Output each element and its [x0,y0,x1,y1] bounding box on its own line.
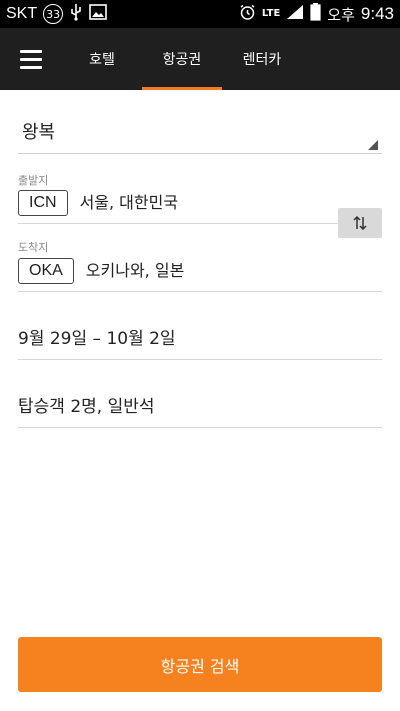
tab-bar: 호텔 항공권 렌터카 [62,28,302,90]
destination-label: 도착지 [18,241,49,254]
search-flights-button[interactable]: 항공권 검색 [18,637,382,692]
travel-dates-field[interactable]: 9월 29일 – 10월 2일 [18,324,382,360]
passengers-field[interactable]: 탑승객 2명, 일반석 [18,392,382,428]
trip-type-value: 왕복 [22,122,56,143]
destination-city: 오키나와, 일본 [85,261,185,280]
signal-icon [286,4,304,24]
carrier-name: SKT [6,5,38,22]
battery-icon [310,3,321,25]
passengers-value: 탑승객 2명, 일반석 [18,397,155,417]
dropdown-arrow-icon [368,140,378,150]
tab-flights[interactable]: 항공권 [142,28,222,90]
time-period: 오후 [327,5,355,24]
destination-field[interactable]: OKA 오키나와, 일본 [18,258,382,292]
trip-type-dropdown[interactable]: 왕복 [18,118,382,154]
usb-icon [69,3,83,25]
tab-car-rental[interactable]: 렌터카 [222,28,302,90]
image-icon [89,4,107,24]
origin-airport-code: ICN [18,190,68,216]
hamburger-menu-icon [20,49,42,69]
origin-city: 서울, 대한민국 [79,193,179,212]
notification-count-badge: 33 [43,4,64,24]
destination-airport-code: OKA [18,258,74,284]
alarm-icon [239,4,256,25]
menu-button[interactable] [0,28,62,90]
origin-field[interactable]: ICN 서울, 대한민국 [18,190,382,224]
status-bar: SKT 33 LTE 오후 9:43 [0,0,400,28]
swap-vertical-icon [353,216,367,230]
swap-airports-button[interactable] [338,208,382,238]
app-header: 호텔 항공권 렌터카 [0,28,400,90]
network-type: LTE [261,8,281,19]
clock: 9:43 [360,4,394,23]
tab-hotels[interactable]: 호텔 [62,28,142,90]
travel-dates-value: 9월 29일 – 10월 2일 [18,329,176,349]
origin-label: 출발지 [18,174,49,187]
